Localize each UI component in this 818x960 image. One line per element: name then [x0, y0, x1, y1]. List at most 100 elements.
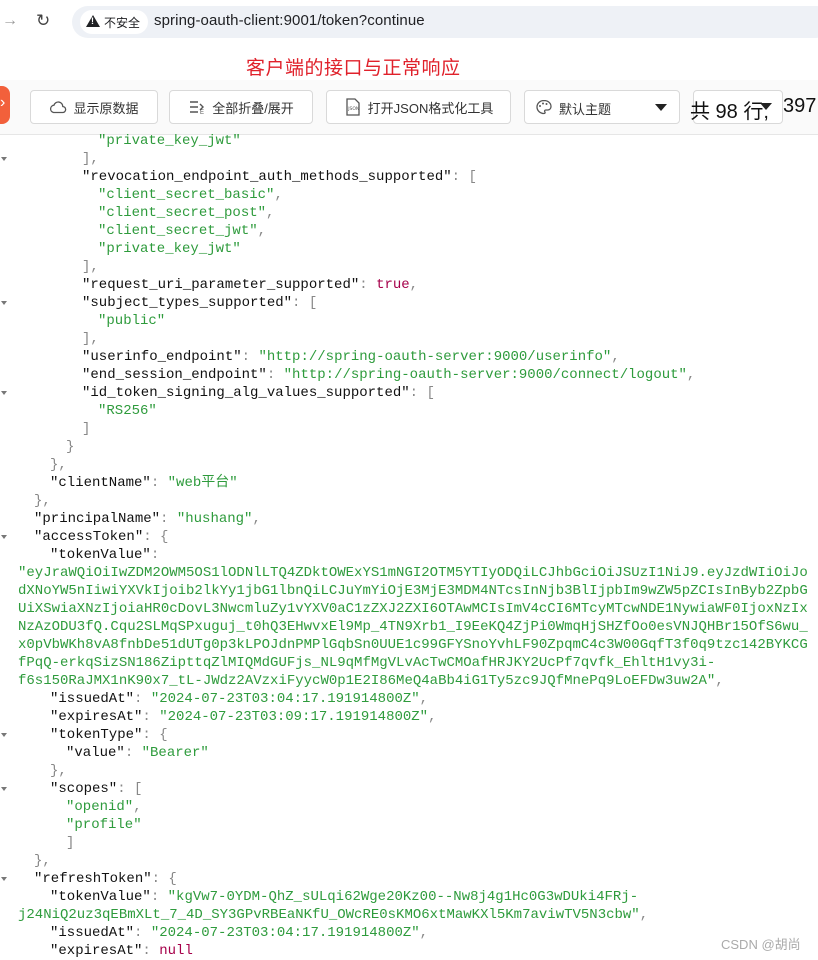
json-line: ],: [82, 258, 99, 276]
json-line: "end_session_endpoint": "http://spring-o…: [82, 366, 695, 384]
fold-toggle-icon[interactable]: [0, 528, 8, 546]
json-key: "request_uri_parameter_supported": [82, 277, 360, 293]
json-punct: :: [160, 511, 177, 527]
json-punct: ,: [611, 349, 620, 365]
json-line: "tokenValue":: [50, 546, 159, 564]
json-string: "profile": [66, 817, 142, 833]
json-string: "client_secret_basic": [98, 187, 275, 203]
json-literal: true: [376, 277, 410, 293]
json-line: "refreshToken": {: [34, 870, 177, 888]
theme-select[interactable]: 默认主题: [524, 90, 680, 124]
json-punct: },: [34, 493, 51, 509]
json-line: "scopes": [: [50, 780, 142, 798]
json-string: "client_secret_jwt": [98, 223, 258, 239]
json-punct: : [: [409, 385, 435, 401]
expand-sidebar-tab[interactable]: [0, 86, 10, 124]
json-punct: ,: [257, 223, 267, 239]
json-line: j24NiQ2uz3qEBmXLt_7_4D_SY3GPvRBEaNKfU_OW…: [18, 906, 648, 924]
fold-toggle-icon[interactable]: [0, 384, 8, 402]
fold-toggle-icon[interactable]: [0, 870, 8, 888]
json-string: "http://spring-oauth-server:9000/connect…: [283, 367, 687, 383]
fold-toggle-icon[interactable]: [0, 150, 8, 168]
security-label: 不安全: [104, 15, 141, 30]
json-line: fPqQ-erkqSizSN186ZipttqZlMIQMdGUFjs_NL9q…: [18, 654, 715, 672]
json-line: "revocation_endpoint_auth_methods_suppor…: [82, 168, 477, 186]
json-string: "private_key_jwt": [98, 241, 241, 257]
json-string: "hushang": [176, 511, 253, 527]
json-key: "id_token_signing_alg_values_supported": [82, 385, 410, 401]
json-punct: :: [150, 889, 168, 905]
reload-icon[interactable]: ↻: [36, 10, 58, 32]
json-punct: ,: [252, 511, 261, 527]
palette-icon: [535, 99, 553, 118]
forward-icon[interactable]: →: [2, 10, 22, 32]
json-line: "openid",: [66, 798, 142, 816]
json-line: "request_uri_parameter_supported": true,: [82, 276, 418, 294]
open-json-tool-label: 打开JSON格式化工具: [367, 100, 494, 116]
json-punct: :: [266, 367, 284, 383]
json-punct: :: [142, 943, 160, 959]
fold-toggle-icon[interactable]: [0, 726, 8, 744]
json-punct: ,: [428, 709, 437, 725]
show-raw-button[interactable]: 显示原数据: [30, 90, 158, 124]
json-punct: :: [142, 709, 160, 725]
json-punct: : [: [451, 169, 477, 185]
json-line: "client_secret_post",: [98, 204, 274, 222]
json-string: f6s150RaJMX1nK90x7_tL-JWdz2AVzxiFyycW0p1…: [18, 673, 716, 689]
cloud-icon: [49, 98, 67, 116]
json-line: ]: [82, 420, 90, 438]
json-punct: : {: [143, 529, 169, 545]
fold-toggle-icon[interactable]: [0, 780, 8, 798]
json-key: "issuedAt": [50, 925, 135, 941]
json-key: "end_session_endpoint": [82, 367, 267, 383]
json-line: "RS256": [98, 402, 157, 420]
json-key: "accessToken": [34, 529, 144, 545]
json-string: "2024-07-23T03:04:17.191914800Z": [150, 691, 420, 707]
json-key: "tokenValue": [50, 547, 151, 563]
fold-all-button[interactable]: E 全部折叠/展开: [169, 90, 313, 124]
watermark: CSDN @胡尚: [721, 937, 801, 952]
json-punct: ,: [409, 277, 419, 293]
json-key: "principalName": [34, 511, 161, 527]
json-punct: : {: [151, 871, 177, 887]
json-punct: ,: [715, 673, 724, 689]
json-line: "client_secret_basic",: [98, 186, 283, 204]
json-string: "public": [98, 313, 166, 329]
json-line: "expiresAt": "2024-07-23T03:09:17.191914…: [50, 708, 436, 726]
json-punct: ]: [82, 421, 91, 437]
json-content: "private_key_jwt"], "revocation_endpoint_…: [0, 132, 818, 960]
json-punct: :: [134, 691, 151, 707]
json-punct: : [: [117, 781, 143, 797]
json-line: },: [50, 456, 67, 474]
json-string: j24NiQ2uz3qEBmXLt_7_4D_SY3GPvRBEaNKfU_OW…: [18, 907, 640, 923]
json-key: "userinfo_endpoint": [82, 349, 242, 365]
json-punct: :: [124, 745, 142, 761]
json-punct: :: [150, 475, 168, 491]
json-line: }: [66, 438, 74, 456]
json-line: },: [34, 492, 51, 510]
open-json-tool-button[interactable]: JSON 打开JSON格式化工具: [326, 90, 511, 124]
json-key: "subject_types_supported": [82, 295, 293, 311]
json-line: ],: [82, 330, 99, 348]
omnibox[interactable]: 不安全 spring-oauth-client:9001/token?conti…: [72, 6, 818, 38]
json-string: fPqQ-erkqSizSN186ZipttqZlMIQMdGUFjs_NL9q…: [18, 655, 716, 671]
security-chip[interactable]: 不安全: [80, 10, 149, 34]
fold-list-icon: E: [188, 98, 206, 116]
json-line: ],: [82, 150, 99, 168]
json-punct: ,: [686, 367, 696, 383]
json-string: "web平台": [167, 475, 238, 491]
json-line: "profile": [66, 816, 142, 834]
json-line: UiXSwiaXNzIjoiaHR0cDovL3NwcmluZy1vYXV0aC…: [18, 600, 808, 618]
json-line: "value": "Bearer": [66, 744, 209, 762]
fold-toggle-icon[interactable]: [0, 294, 8, 312]
json-string: "Bearer": [141, 745, 209, 761]
json-key: "value": [66, 745, 125, 761]
json-punct: :: [134, 925, 151, 941]
json-punct: ,: [133, 799, 142, 815]
json-line: "tokenValue": "kgVw7-0YDM-QhZ_sULqi62Wge…: [50, 888, 638, 906]
json-string: "http://spring-oauth-server:9000/userinf…: [258, 349, 612, 365]
url-text[interactable]: spring-oauth-client:9001/token?continue: [154, 12, 425, 29]
json-punct: : {: [142, 727, 168, 743]
json-line: "private_key_jwt": [98, 132, 241, 150]
json-punct: ],: [82, 259, 99, 275]
